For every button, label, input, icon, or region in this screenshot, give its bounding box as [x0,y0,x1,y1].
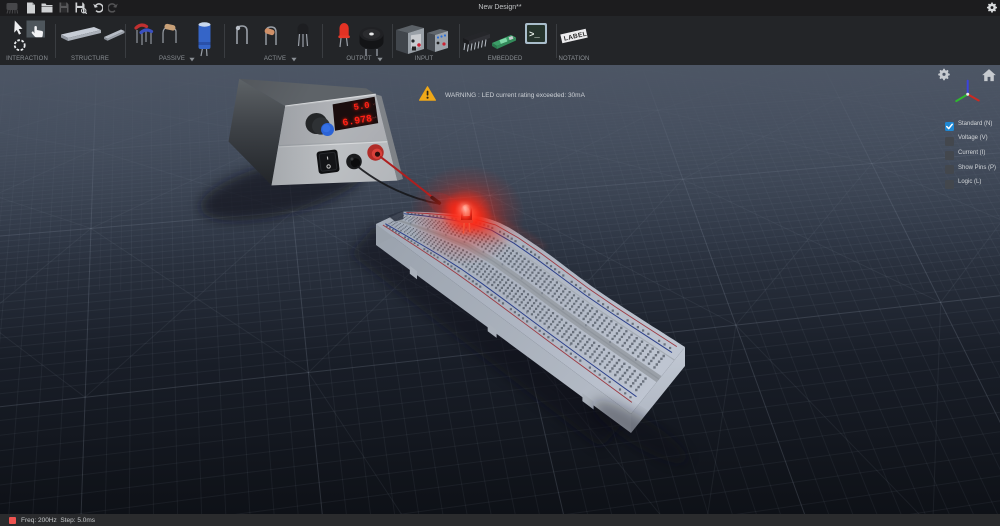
svg-text:LABEL: LABEL [563,31,588,43]
svg-text:>_: >_ [529,30,540,40]
